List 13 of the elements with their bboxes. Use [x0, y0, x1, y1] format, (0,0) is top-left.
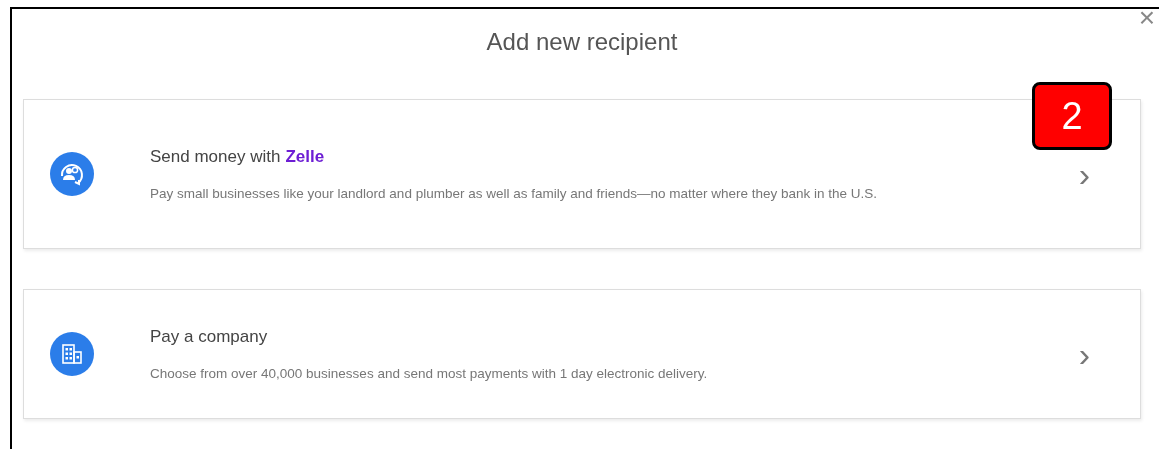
zelle-logo: Zelle [285, 146, 325, 169]
chevron-icon: › [1078, 337, 1090, 371]
building-icon [50, 332, 94, 376]
dialog-title: Add new recipient [486, 27, 678, 57]
callout-badge: 2 [1032, 82, 1112, 150]
option-description: Pay small businesses like your landlord and plumber as well as family and friends—no matter where they bank in the U.S. [150, 184, 879, 203]
close-button[interactable]: × [1136, 4, 1157, 32]
option-card[interactable]: Pay a company Choose from over 40,000 businesses and send most payments with 1 day electronic delivery. › [23, 289, 1141, 419]
people-icon [50, 152, 94, 196]
option-title: Send money with [150, 146, 281, 169]
chevron-icon: › [1078, 157, 1090, 191]
option-description: Choose from over 40,000 businesses and send most payments with 1 day electronic delivery. [150, 364, 709, 383]
option-title: Pay a company [150, 326, 269, 349]
